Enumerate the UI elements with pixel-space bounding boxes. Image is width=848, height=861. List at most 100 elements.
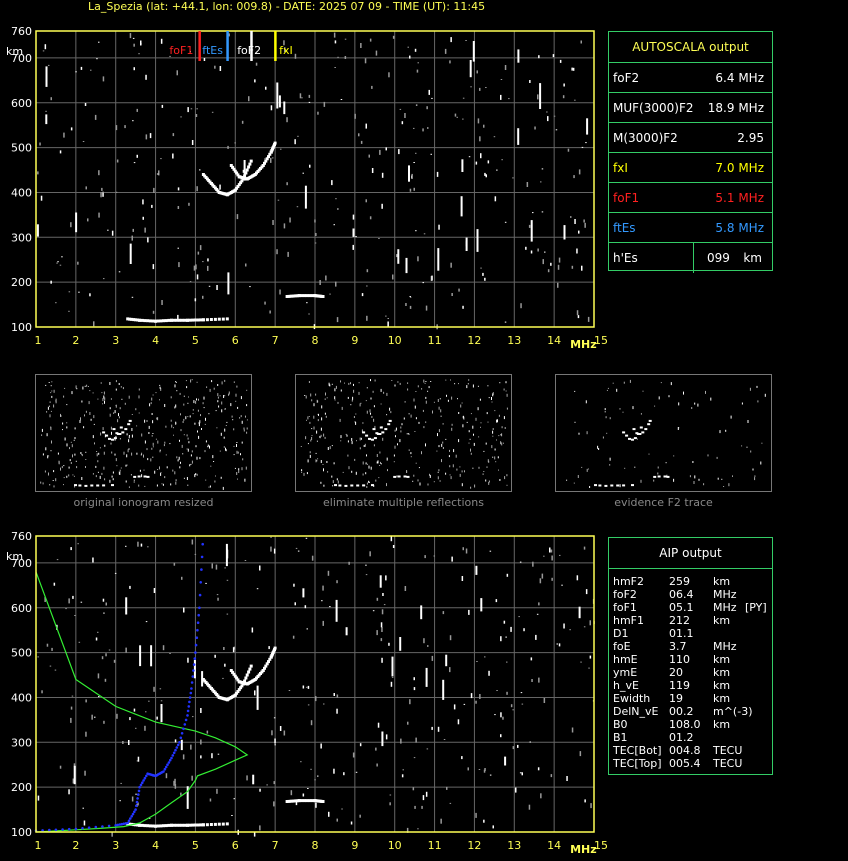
aip-panel: AIP output hmF2 259 km foF2 06.4 MHz foF1 05.1 M… xyxy=(608,537,773,775)
aip-param-unit: km xyxy=(713,614,731,627)
noise-dot xyxy=(366,285,368,287)
thumb-noise xyxy=(473,433,474,436)
thumb-noise xyxy=(239,417,241,419)
noise-dot xyxy=(401,121,404,125)
thumb-noise xyxy=(492,430,494,434)
thumb-noise xyxy=(694,402,696,405)
noise-column xyxy=(150,645,153,667)
thumb-noise xyxy=(51,440,52,444)
noise-dot xyxy=(224,663,226,667)
trace-point-f_upper xyxy=(302,294,306,298)
thumb-noise xyxy=(63,395,65,398)
thumb-noise xyxy=(217,400,219,403)
thumb-noise xyxy=(447,399,449,402)
noise-dot xyxy=(442,611,445,615)
noise-dot xyxy=(550,774,553,778)
aip-row: B0 108.0 km xyxy=(613,718,773,731)
autoscala-label: ftEs xyxy=(613,221,636,235)
noise-dot xyxy=(584,799,586,803)
thumb-noise xyxy=(61,466,63,469)
aip-param-note: [PY] xyxy=(745,601,767,614)
noise-dot xyxy=(270,536,272,538)
noise-dot xyxy=(396,254,398,258)
noise-dot xyxy=(475,812,477,818)
thumb-noise xyxy=(394,384,396,387)
noise-dot xyxy=(336,694,339,698)
thumb-noise xyxy=(427,390,429,392)
thumb-noise xyxy=(96,453,98,457)
thumb-noise xyxy=(208,413,210,415)
thumb-noise xyxy=(63,477,65,479)
noise-dot xyxy=(381,627,383,632)
thumb-noise xyxy=(50,427,52,431)
thumb-noise xyxy=(195,400,197,404)
thumb-trace xyxy=(96,484,100,487)
thumb-noise xyxy=(458,383,459,385)
thumb-noise xyxy=(609,417,611,420)
noise-dot xyxy=(80,601,83,603)
x-tick-label: 3 xyxy=(112,334,119,347)
trace-point-f_upper xyxy=(321,295,325,298)
noise-dot xyxy=(111,230,114,236)
thumb-noise xyxy=(417,385,419,388)
thumb-noise xyxy=(657,466,659,469)
autoscala-value: 5.1 MHz xyxy=(715,191,764,205)
noise-dot xyxy=(160,700,163,702)
thumb-noise xyxy=(209,445,210,449)
thumb-noise xyxy=(199,420,201,424)
noise-dot xyxy=(558,643,561,647)
noise-dot xyxy=(369,38,372,42)
thumb-noise xyxy=(47,455,49,459)
noise-column xyxy=(36,224,39,237)
thumb-noise xyxy=(144,440,146,444)
thumb-trace xyxy=(381,431,385,434)
noise-dot xyxy=(479,87,481,91)
noise-dot xyxy=(336,317,339,323)
noise-dot xyxy=(563,83,565,87)
noise-dot xyxy=(547,269,550,273)
noise-dot xyxy=(359,814,361,818)
noise-dot xyxy=(521,772,523,776)
thumb-noise xyxy=(380,403,382,405)
noise-dot xyxy=(196,186,198,192)
thumb-noise xyxy=(53,389,55,393)
thumb-noise xyxy=(174,471,176,475)
noise-dot xyxy=(269,310,271,314)
noise-dot xyxy=(202,261,204,263)
noise-column xyxy=(397,249,400,264)
noise-column xyxy=(539,83,542,109)
noise-dot xyxy=(409,699,411,705)
thumb-trace xyxy=(598,484,602,487)
noise-dot xyxy=(523,628,525,632)
trace-point-es_layer xyxy=(167,318,171,322)
thumb-noise xyxy=(228,394,229,396)
thumb-noise xyxy=(359,403,361,407)
thumb-noise xyxy=(163,444,165,447)
thumb-noise xyxy=(87,386,89,387)
thumb-noise xyxy=(355,421,357,425)
thumb-noise xyxy=(55,398,57,402)
thumb-noise xyxy=(320,481,322,484)
thumb-noise xyxy=(335,385,337,389)
thumb-noise xyxy=(393,454,395,457)
thumb-noise xyxy=(231,415,233,418)
noise-dot xyxy=(409,188,412,192)
thumb-noise xyxy=(40,481,42,484)
noise-dot xyxy=(319,280,321,285)
noise-dot xyxy=(355,236,357,238)
thumb-noise xyxy=(93,423,95,425)
noise-dot xyxy=(48,64,50,66)
noise-dot xyxy=(475,700,477,704)
thumb-noise xyxy=(215,475,216,477)
thumb-noise xyxy=(326,461,328,463)
thumb-noise xyxy=(315,393,317,396)
aip-row: ymE 20 km xyxy=(613,666,773,679)
thumb-noise xyxy=(305,395,307,399)
trace-point-f_upper xyxy=(308,799,312,803)
thumb-noise xyxy=(307,443,309,445)
thumb-noise xyxy=(665,462,667,464)
noise-dot xyxy=(371,85,373,89)
trace-point-f_upper xyxy=(321,800,325,803)
thumb-noise xyxy=(122,387,124,390)
thumb-noise xyxy=(386,457,388,461)
